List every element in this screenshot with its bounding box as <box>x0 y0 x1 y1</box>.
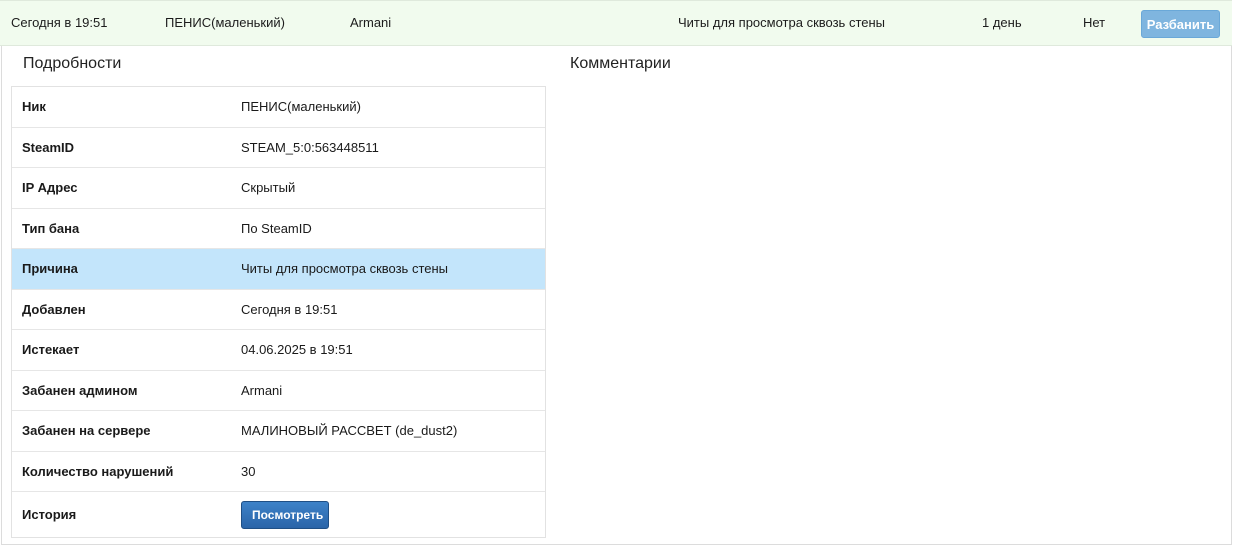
row-label: История <box>22 507 77 522</box>
details-row-nick: Ник ПЕНИС(маленький) <box>12 87 545 128</box>
details-row-violations: Количество нарушений 30 <box>12 452 545 492</box>
ban-nick: ПЕНИС(маленький) <box>165 15 285 30</box>
details-row-ban-type: Тип бана По SteamID <box>12 209 545 249</box>
row-value: МАЛИНОВЫЙ РАССВЕТ (de_dust2) <box>241 423 458 439</box>
details-row-banned-by: Забанен админом Armani <box>12 371 545 411</box>
details-row-expires: Истекает 04.06.2025 в 19:51 <box>12 330 545 371</box>
ban-reason: Читы для просмотра сквозь стены <box>678 15 886 30</box>
comments-title: Комментарии <box>570 55 671 72</box>
details-row-steamid: SteamID STEAM_5:0:563448511 <box>12 128 545 168</box>
row-value: 30 <box>241 463 256 479</box>
details-row-reason: Причина Читы для просмотра сквозь стены <box>12 249 545 290</box>
row-label: Количество нарушений <box>22 463 174 479</box>
details-row-added: Добавлен Сегодня в 19:51 <box>12 290 545 330</box>
row-label: Ник <box>22 99 46 115</box>
row-label: IP Адрес <box>22 180 78 196</box>
details-row-history: История Посмотреть <box>12 492 545 537</box>
details-table: Ник ПЕНИС(маленький) SteamID STEAM_5:0:5… <box>11 86 546 538</box>
ban-admin: Armani <box>350 15 392 30</box>
unban-button[interactable]: Разбанить <box>1141 10 1220 38</box>
row-label: Причина <box>22 261 78 277</box>
ban-status: Нет <box>1083 15 1106 30</box>
details-row-server: Забанен на сервере МАЛИНОВЫЙ РАССВЕТ (de… <box>12 411 545 452</box>
row-value: STEAM_5:0:563448511 <box>241 139 379 155</box>
row-label: Забанен админом <box>22 382 138 398</box>
row-value: По SteamID <box>241 220 312 236</box>
row-value: Armani <box>241 382 283 398</box>
details-row-ip: IP Адрес Скрытый <box>12 168 545 209</box>
ban-duration: 1 день <box>982 15 1022 30</box>
row-label: Тип бана <box>22 220 80 236</box>
ban-date: Сегодня в 19:51 <box>11 15 108 30</box>
row-value: Скрытый <box>241 180 296 196</box>
row-value: Сегодня в 19:51 <box>241 301 338 317</box>
row-label: SteamID <box>22 139 75 155</box>
view-history-button[interactable]: Посмотреть <box>241 500 329 529</box>
details-title: Подробности <box>23 55 122 72</box>
row-value: ПЕНИС(маленький) <box>241 99 361 115</box>
row-value: Посмотреть <box>241 492 329 537</box>
row-label: Забанен на сервере <box>22 423 151 439</box>
row-label: Добавлен <box>22 301 86 317</box>
ban-summary-row[interactable]: Сегодня в 19:51 ПЕНИС(маленький) Armani … <box>0 0 1232 46</box>
row-value: 04.06.2025 в 19:51 <box>241 342 353 358</box>
row-label: Истекает <box>22 342 80 358</box>
row-value: Читы для просмотра сквозь стены <box>241 261 449 277</box>
